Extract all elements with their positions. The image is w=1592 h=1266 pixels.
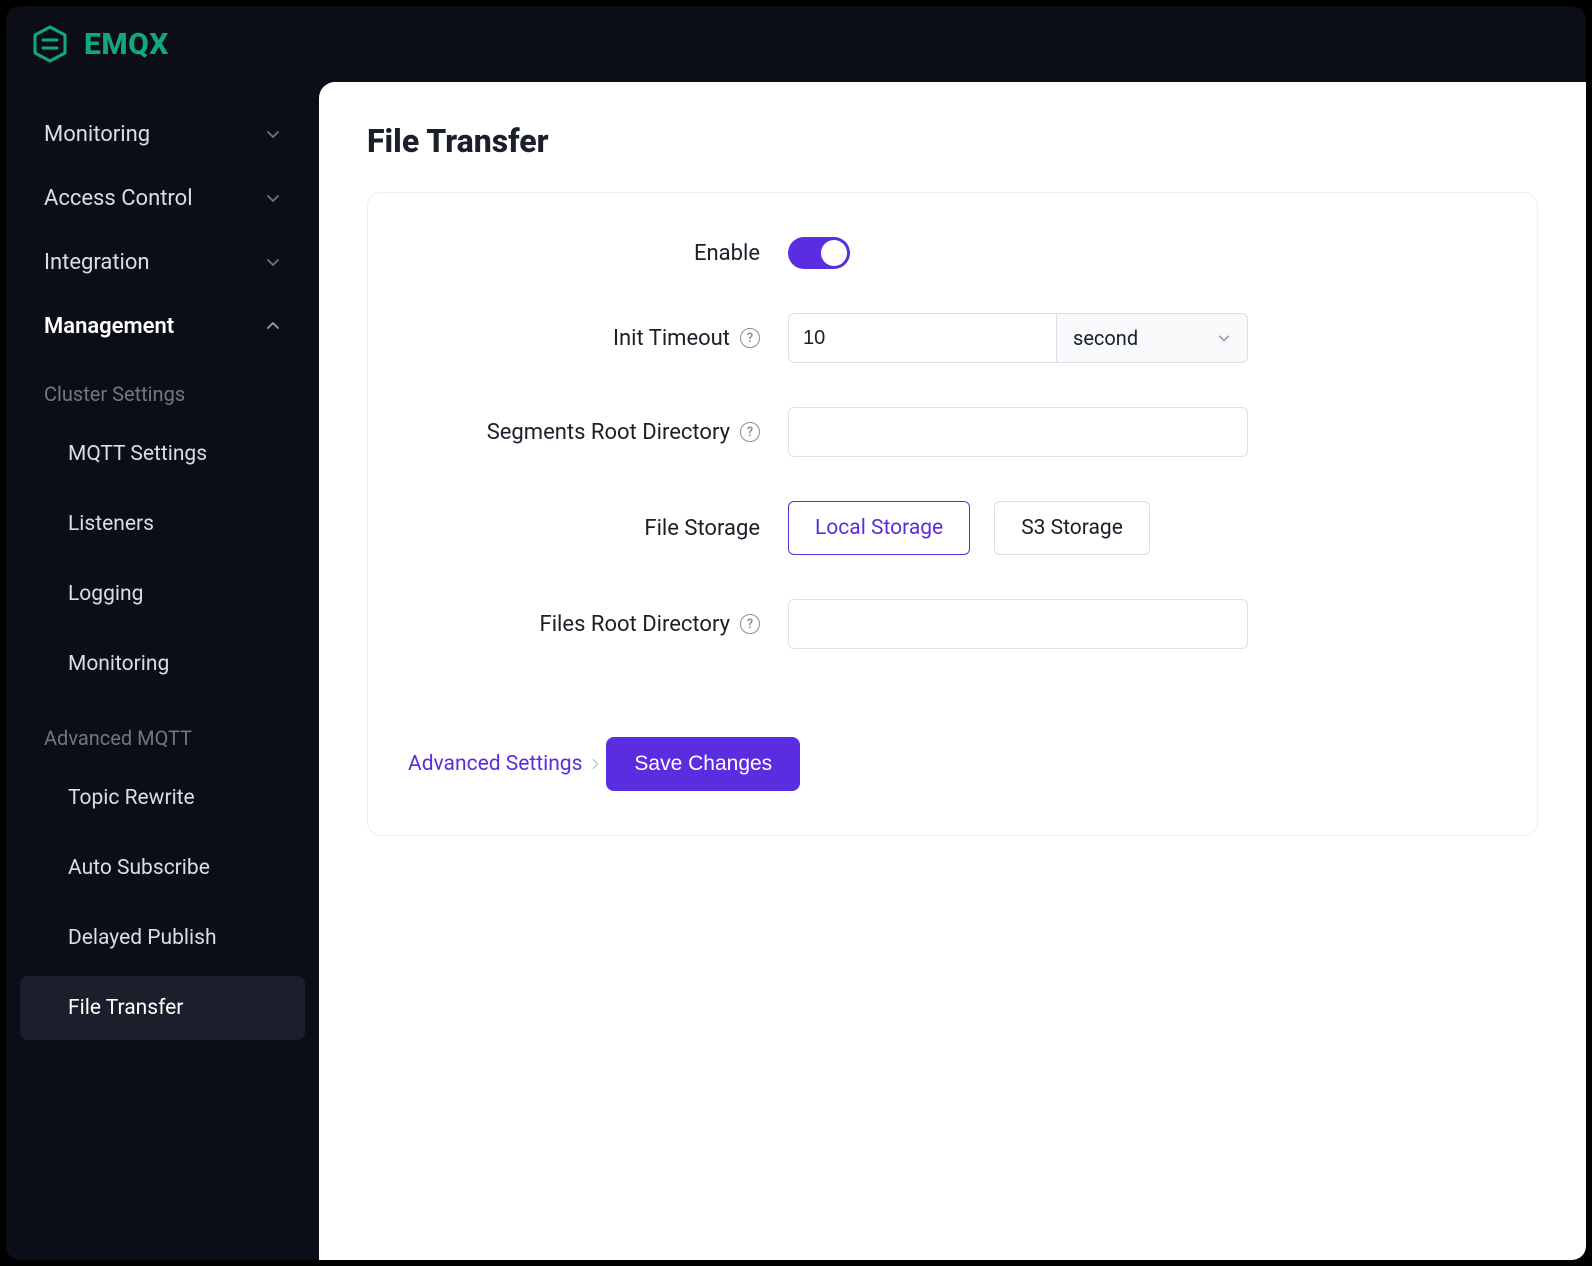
chevron-down-icon [265,126,281,142]
file-storage-local[interactable]: Local Storage [788,501,970,555]
nav-monitoring-label: Monitoring [44,122,150,147]
content: File Transfer Enable Init Timeout [319,82,1586,1260]
toggle-knob [821,240,847,266]
file-storage-label: File Storage [644,516,760,541]
help-icon[interactable]: ? [740,614,760,634]
logo-icon [30,24,70,64]
sub-topic-rewrite-label: Topic Rewrite [68,786,195,810]
nav-integration-label: Integration [44,250,150,275]
sub-delayed-publish-label: Delayed Publish [68,926,217,950]
sub-auto-subscribe[interactable]: Auto Subscribe [20,836,305,900]
advanced-settings-link[interactable]: Advanced Settings [408,752,602,776]
sub-auto-subscribe-label: Auto Subscribe [68,856,210,880]
sidebar: Monitoring Access Control Integration Ma… [6,82,319,1260]
sub-file-transfer-label: File Transfer [68,996,183,1020]
sub-mqtt-settings[interactable]: MQTT Settings [20,422,305,486]
init-timeout-label: Init Timeout [613,326,730,351]
sub-listeners[interactable]: Listeners [20,492,305,556]
row-segments-root: Segments Root Directory ? [408,407,1497,457]
row-file-storage: File Storage Local Storage S3 Storage [408,501,1497,555]
enable-label: Enable [694,241,760,266]
row-init-timeout: Init Timeout ? second [408,313,1497,363]
chevron-down-icon [265,254,281,270]
sub-topic-rewrite[interactable]: Topic Rewrite [20,766,305,830]
section-advanced-mqtt: Advanced MQTT [20,702,305,760]
sub-listeners-label: Listeners [68,512,154,536]
nav-management[interactable]: Management [20,294,305,358]
segments-root-input[interactable] [788,407,1248,457]
save-button[interactable]: Save Changes [606,737,800,791]
nav-monitoring[interactable]: Monitoring [20,102,305,166]
nav-management-label: Management [44,314,174,339]
nav-integration[interactable]: Integration [20,230,305,294]
segments-root-label: Segments Root Directory [487,420,730,445]
sub-logging-label: Logging [68,582,143,606]
file-storage-local-label: Local Storage [815,516,943,540]
nav-access-control-label: Access Control [44,186,193,211]
nav-access-control[interactable]: Access Control [20,166,305,230]
section-cluster-settings: Cluster Settings [20,358,305,416]
save-button-label: Save Changes [634,752,772,775]
file-storage-radio-group: Local Storage S3 Storage [788,501,1150,555]
settings-card: Enable Init Timeout ? [367,192,1538,836]
init-timeout-group: second [788,313,1248,363]
sub-file-transfer[interactable]: File Transfer [20,976,305,1040]
advanced-settings-label: Advanced Settings [408,752,582,776]
files-root-input[interactable] [788,599,1248,649]
init-timeout-unit-select[interactable]: second [1056,313,1248,363]
sub-monitoring[interactable]: Monitoring [20,632,305,696]
files-root-label: Files Root Directory [540,612,730,637]
file-storage-s3-label: S3 Storage [1021,516,1123,540]
sub-delayed-publish[interactable]: Delayed Publish [20,906,305,970]
init-timeout-unit-label: second [1073,326,1138,350]
chevron-down-icon [265,190,281,206]
sub-mqtt-settings-label: MQTT Settings [68,442,207,466]
chevron-right-icon [588,757,602,771]
chevron-up-icon [265,318,281,334]
row-enable: Enable [408,237,1497,269]
sub-monitoring-label: Monitoring [68,652,169,676]
page-title: File Transfer [367,122,1538,160]
init-timeout-input[interactable] [788,313,1056,363]
header: EMQX [6,6,1586,82]
file-storage-s3[interactable]: S3 Storage [994,501,1150,555]
help-icon[interactable]: ? [740,422,760,442]
logo[interactable]: EMQX [30,24,169,64]
row-files-root: Files Root Directory ? [408,599,1497,649]
logo-text: EMQX [84,27,169,62]
enable-toggle[interactable] [788,237,850,269]
sub-logging[interactable]: Logging [20,562,305,626]
chevron-down-icon [1217,331,1231,345]
help-icon[interactable]: ? [740,328,760,348]
